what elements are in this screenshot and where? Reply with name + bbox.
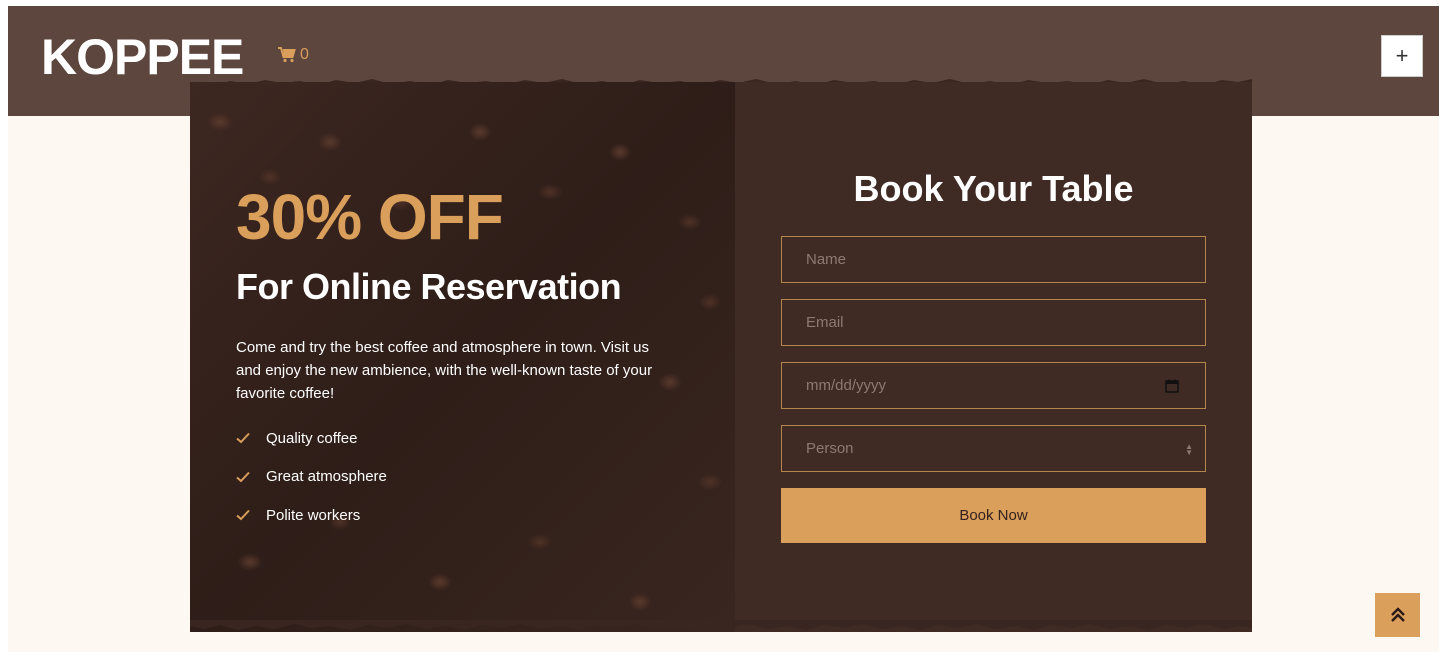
promo-subtitle: For Online Reservation	[236, 266, 622, 307]
person-select[interactable]: Person ▲ ▼	[781, 425, 1206, 472]
person-select-value: Person	[806, 440, 854, 457]
name-field[interactable]	[781, 236, 1206, 283]
double-chevron-up-icon	[1390, 607, 1405, 622]
promo-description: Come and try the best coffee and atmosph…	[236, 339, 653, 402]
book-now-button[interactable]: Book Now	[781, 488, 1206, 543]
date-field[interactable]	[781, 362, 1206, 409]
form-title: Book Your Table	[853, 168, 1134, 209]
email-field[interactable]	[781, 299, 1206, 346]
select-arrows-icon: ▲ ▼	[1185, 442, 1193, 457]
check-icon	[236, 471, 250, 482]
torn-edge-bottom	[190, 620, 1252, 630]
feature-item: Quality coffee	[236, 428, 387, 448]
shopping-cart-icon	[278, 47, 296, 63]
calendar-icon[interactable]	[1165, 379, 1179, 393]
promo-title: 30% OFF	[236, 181, 504, 253]
feature-label: Polite workers	[266, 506, 361, 524]
plus-icon: +	[1395, 43, 1409, 68]
cart-link[interactable]: 0	[278, 46, 309, 64]
feature-label: Great atmosphere	[266, 468, 387, 485]
feature-item: Polite workers	[236, 505, 387, 525]
feature-label: Quality coffee	[266, 429, 358, 447]
check-icon	[236, 432, 250, 444]
date-input[interactable]	[806, 377, 1205, 394]
form-background	[735, 82, 1252, 632]
check-icon	[236, 509, 250, 521]
email-input[interactable]	[806, 314, 1205, 331]
feature-list: Quality coffee Great atmosphere Polite w…	[236, 428, 387, 544]
name-input[interactable]	[806, 251, 1205, 268]
back-to-top-button[interactable]	[1375, 593, 1420, 637]
navbar-toggle-button[interactable]: +	[1381, 35, 1423, 77]
cart-count: 0	[300, 46, 309, 63]
feature-item: Great atmosphere	[236, 467, 387, 487]
